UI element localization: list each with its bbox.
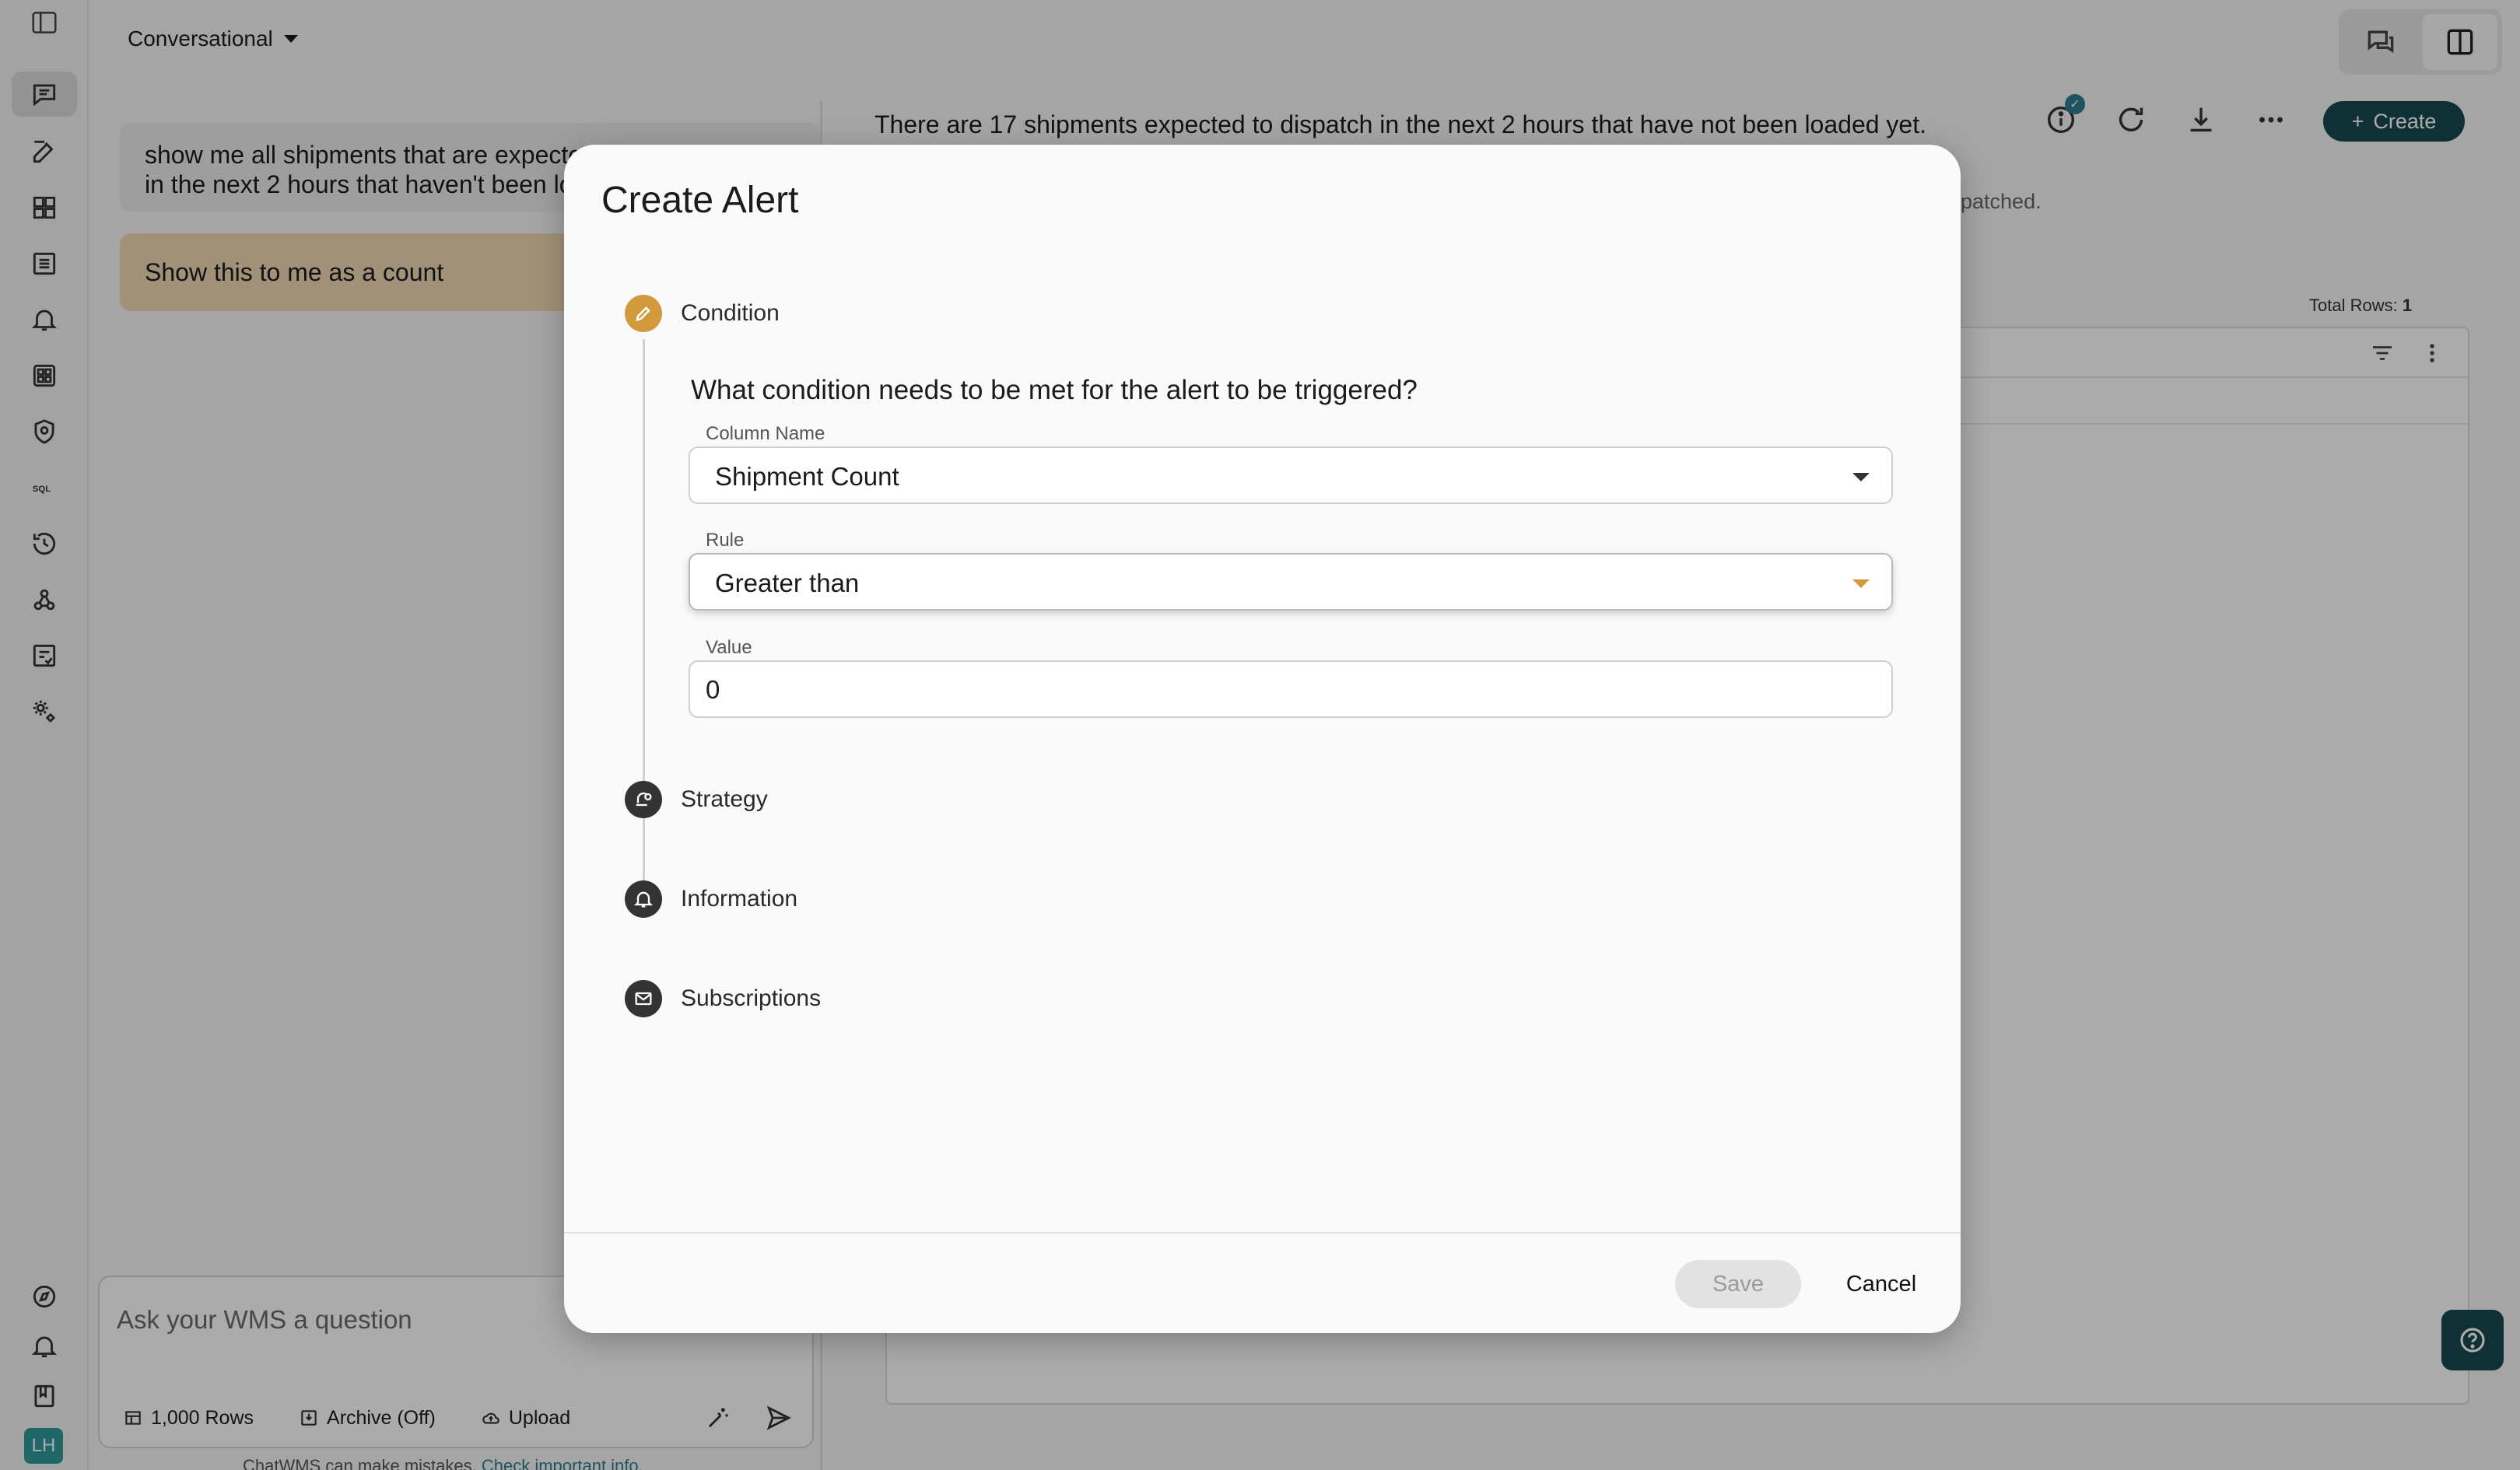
chevron-down-icon xyxy=(1852,579,1870,588)
create-alert-dialog: Create Alert Condition What condition ne… xyxy=(564,145,1961,1333)
chevron-down-icon xyxy=(1852,473,1870,481)
column-name-label: Column Name xyxy=(706,423,825,444)
step-label: Information xyxy=(681,886,798,912)
step-condition[interactable]: Condition xyxy=(625,295,780,332)
value-label: Value xyxy=(706,637,752,658)
cancel-button[interactable]: Cancel xyxy=(1831,1260,1932,1308)
stepper-connector xyxy=(643,339,645,908)
save-button[interactable]: Save xyxy=(1675,1260,1801,1308)
dialog-title: Create Alert xyxy=(601,180,799,221)
step-label: Strategy xyxy=(681,786,768,812)
rule-value: Greater than xyxy=(715,569,860,597)
step-strategy[interactable]: Strategy xyxy=(625,781,768,818)
step-label: Condition xyxy=(681,300,780,326)
column-name-value: Shipment Count xyxy=(715,462,899,491)
value-field[interactable]: Value xyxy=(689,637,1893,718)
bell-icon xyxy=(625,880,662,918)
step-subscriptions[interactable]: Subscriptions xyxy=(625,980,821,1017)
condition-question: What condition needs to be met for the a… xyxy=(691,375,1418,405)
column-name-select[interactable]: Column Name Shipment Count xyxy=(689,423,1893,504)
value-input[interactable] xyxy=(706,674,1873,705)
dialog-footer: Save Cancel xyxy=(564,1232,1961,1333)
step-information[interactable]: Information xyxy=(625,880,797,918)
rule-select[interactable]: Rule Greater than xyxy=(689,530,1893,611)
strategy-icon xyxy=(625,781,662,818)
pencil-icon xyxy=(625,295,662,332)
mail-icon xyxy=(625,980,662,1017)
step-label: Subscriptions xyxy=(681,985,822,1011)
rule-label: Rule xyxy=(706,530,745,551)
